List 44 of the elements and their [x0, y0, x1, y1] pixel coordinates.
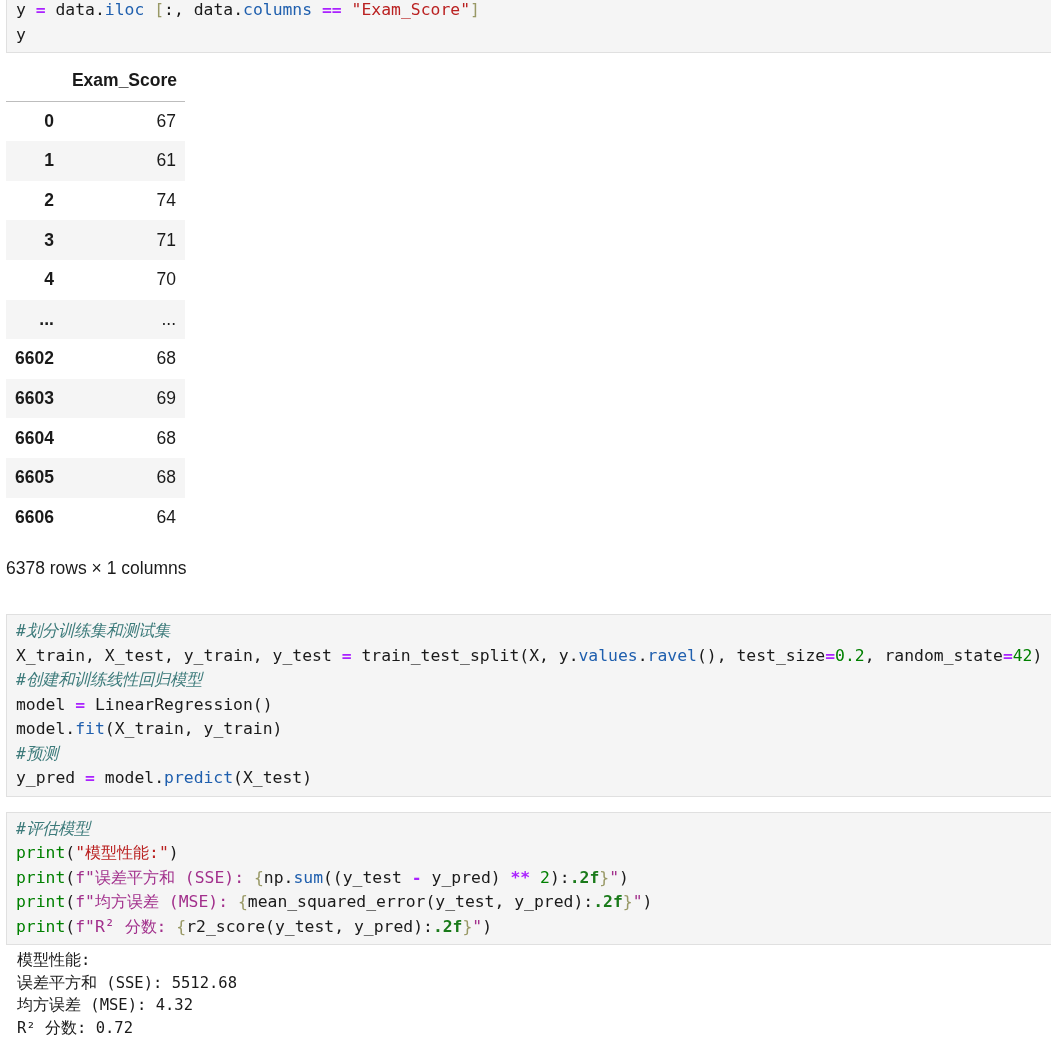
output-line: 均方误差 (MSE): 4.32: [17, 996, 193, 1015]
table-cell: 70: [62, 259, 185, 300]
row-index: 6605: [6, 457, 63, 498]
table-cell: 67: [62, 101, 185, 142]
table-cell: 68: [62, 339, 185, 379]
table-cell: ...: [62, 299, 185, 340]
code-line: #划分训练集和测试集: [16, 620, 170, 643]
code-line: #创建和训练线性回归模型: [16, 669, 202, 692]
row-index: 6603: [6, 378, 63, 419]
table-cell: 68: [62, 457, 185, 498]
code-line: y: [16, 23, 26, 46]
row-index: 0: [6, 101, 63, 142]
code-line: X_train, X_test, y_train, y_test = train_test_split(X, y.values.ravel(), test_size=0.2, random_state=42): [16, 644, 1043, 667]
code-cell[interactable]: [6, 614, 1051, 797]
row-index: 2: [6, 180, 63, 221]
table-cell: 61: [62, 141, 185, 181]
row-index: 1: [6, 141, 63, 181]
code-line: y_pred = model.predict(X_test): [16, 767, 313, 790]
table-cell: 68: [62, 418, 185, 458]
code-line: print("模型性能:"): [16, 842, 179, 865]
table-cell: 64: [62, 497, 185, 538]
row-index: ...: [6, 299, 63, 340]
code-line: model = LinearRegression(): [16, 693, 273, 716]
code-line: model.fit(X_train, y_train): [16, 718, 283, 741]
table-shape-text: 6378 rows × 1 columns: [6, 558, 187, 579]
table-cell: 74: [62, 180, 185, 221]
table-cell: 69: [62, 378, 185, 419]
output-line: 误差平方和 (SSE): 5512.68: [17, 973, 237, 992]
code-line: print(f"误差平方和 (SSE): {np.sum((y_test - y_pred) ** 2):.2f}"): [16, 866, 629, 889]
code-line: print(f"均方误差 (MSE): {mean_squared_error(y_test, y_pred):.2f}"): [16, 891, 653, 914]
column-header: Exam_Score: [62, 61, 185, 102]
row-index: 6606: [6, 497, 63, 538]
table-cell: 71: [62, 220, 185, 260]
row-index: 4: [6, 259, 63, 300]
row-index: 6602: [6, 339, 63, 379]
code-cell[interactable]: #评估模型 print("模型性能:") print(f"误差平方和 (SSE): {np.sum((y_test - y_pred) ** 2):.2f}") print(f"均方误差 (MSE): {mean_squared_error(y_test, y_pred):.2f}") print(f"R² 分数: {r2_score(y_test, y_pred):.2f}"): [6, 811, 1051, 946]
code-line: #评估模型: [16, 817, 90, 840]
output-line: R² 分数: 0.72: [17, 1018, 133, 1037]
row-index: 3: [6, 220, 63, 260]
code-line: y = data.iloc [:, data.columns == "Exam_Score"]: [16, 0, 480, 21]
output-line: 模型性能:: [17, 951, 91, 970]
code-line: print(f"R² 分数: {r2_score(y_test, y_pred):.2f}"): [16, 915, 493, 938]
code-cell[interactable]: y = data.iloc [:, data.columns == "Exam_Score"] y: [6, 0, 1051, 53]
row-index: 6604: [6, 418, 63, 458]
